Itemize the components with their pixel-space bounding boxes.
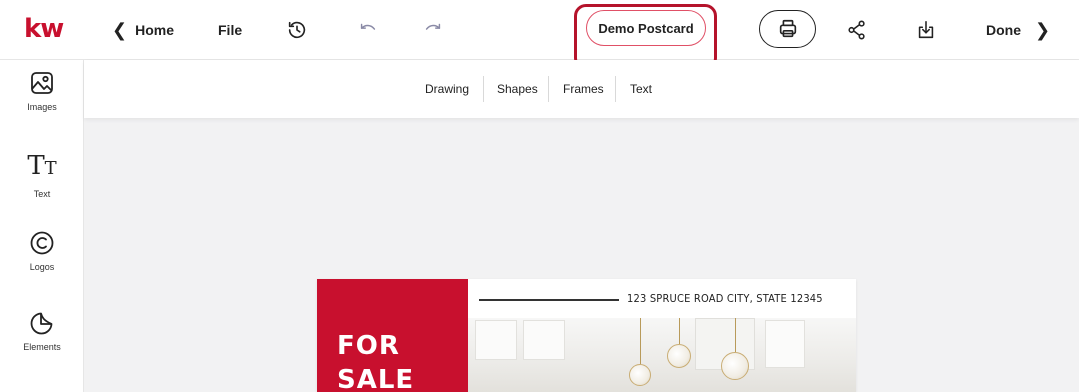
redo-icon[interactable]	[420, 17, 446, 43]
file-menu-button[interactable]: File	[218, 0, 242, 60]
tab-divider	[548, 76, 549, 102]
pendant-light	[721, 352, 749, 380]
tab-shapes[interactable]: Shapes	[497, 60, 538, 118]
rail-item-logos[interactable]: Logos	[0, 230, 84, 272]
pendant-wire	[679, 318, 680, 344]
download-icon[interactable]	[913, 17, 939, 43]
pendant-light	[667, 344, 691, 368]
file-label: File	[218, 22, 243, 38]
address-rule	[479, 299, 619, 301]
kitchen-photo[interactable]	[445, 318, 856, 392]
rail-item-text[interactable]: TT Text	[0, 152, 84, 199]
tab-divider	[483, 76, 484, 102]
rail-item-elements[interactable]: Elements	[0, 310, 84, 352]
tab-text[interactable]: Text	[630, 60, 652, 118]
elements-icon	[30, 312, 53, 335]
postcard-canvas[interactable]: FOR SALE 123 SPRUCE ROAD CITY, STATE 123…	[317, 279, 856, 392]
rail-label-elements: Elements	[23, 342, 61, 352]
pendant-wire	[640, 318, 641, 364]
text-icon: TT	[27, 151, 57, 181]
cabinet	[475, 320, 517, 360]
headline-for: FOR	[337, 331, 400, 361]
rail-label-images: Images	[27, 102, 57, 112]
kw-logo[interactable]: kw	[24, 14, 64, 44]
cabinet	[523, 320, 565, 360]
print-button[interactable]	[759, 10, 816, 48]
tab-divider	[615, 76, 616, 102]
done-button[interactable]: Done ❯	[986, 0, 1050, 60]
chevron-left-icon: ❮	[112, 19, 128, 40]
top-toolbar: kw ❮ Home File Demo Postcard Done ❯	[0, 0, 1079, 70]
document-title-button[interactable]: Demo Postcard	[586, 10, 706, 46]
home-label: Home	[135, 22, 174, 38]
home-button[interactable]: ❮ Home	[112, 0, 174, 60]
history-icon[interactable]	[284, 17, 310, 43]
rail-item-images[interactable]: Images	[0, 70, 84, 112]
image-icon	[31, 72, 53, 94]
tab-drawing[interactable]: Drawing	[425, 60, 469, 118]
chevron-right-icon: ❯	[1035, 19, 1051, 40]
share-icon[interactable]	[844, 17, 870, 43]
sub-toolbar: Drawing Shapes Frames Text	[84, 60, 1079, 118]
cabinet	[765, 320, 805, 368]
left-tool-rail: Images TT Text Logos Elements	[0, 60, 84, 392]
undo-icon[interactable]	[355, 17, 381, 43]
print-icon	[779, 19, 796, 38]
pendant-light	[629, 364, 651, 386]
for-sale-panel[interactable]: FOR SALE	[317, 279, 468, 392]
headline-sale: SALE	[337, 365, 415, 392]
rail-label-text: Text	[33, 189, 51, 199]
pendant-wire	[735, 318, 736, 352]
tab-frames[interactable]: Frames	[563, 60, 604, 118]
rail-label-logos: Logos	[29, 262, 55, 272]
property-address[interactable]: 123 SPRUCE ROAD CITY, STATE 12345	[627, 292, 823, 305]
done-label: Done	[986, 22, 1021, 38]
copyright-icon	[30, 231, 54, 255]
